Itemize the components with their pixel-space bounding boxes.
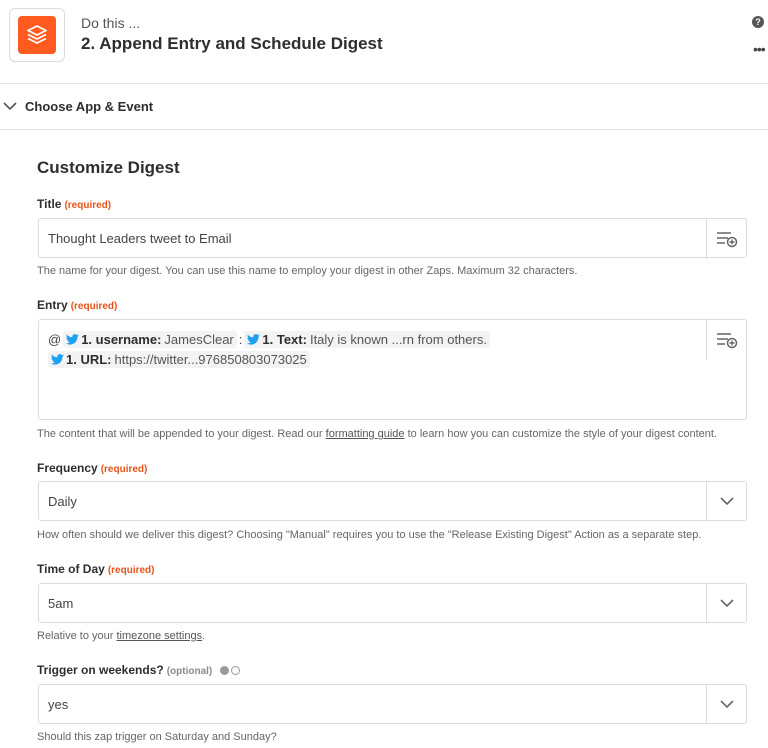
help-icon[interactable]: ? bbox=[752, 16, 764, 28]
pill-value: JamesClear bbox=[164, 332, 234, 347]
insert-field-button[interactable] bbox=[706, 320, 746, 360]
more-icon[interactable]: ••• bbox=[753, 42, 766, 56]
title-label: Title (required) bbox=[37, 197, 111, 211]
pill-label: 1. URL: bbox=[66, 352, 112, 367]
weekends-select[interactable]: yes bbox=[38, 684, 747, 724]
toggle-empty-icon[interactable] bbox=[230, 666, 240, 676]
title-label-text: Title bbox=[37, 197, 62, 211]
optional-badge: (optional) bbox=[166, 666, 213, 677]
step-title[interactable]: 2. Append Entry and Schedule Digest bbox=[81, 34, 383, 54]
insert-field-icon bbox=[716, 333, 737, 349]
entry-help-after: to learn how you can customize the style… bbox=[404, 428, 717, 440]
frequency-select[interactable]: Daily bbox=[38, 481, 747, 521]
frequency-label-text: Frequency bbox=[37, 461, 98, 475]
time-dropdown-button[interactable] bbox=[706, 584, 746, 622]
frequency-label: Frequency (required) bbox=[37, 461, 147, 475]
entry-help: The content that will be appended to you… bbox=[37, 428, 717, 440]
chevron-down-icon bbox=[719, 699, 734, 708]
time-help-before: Relative to your bbox=[37, 630, 117, 642]
pill-value: Italy is known ...rn from others. bbox=[309, 332, 487, 347]
time-help: Relative to your timezone settings. bbox=[37, 630, 205, 642]
entry-line-1: @ 1. username: JamesClear : 1. Text: Italy… bbox=[48, 331, 492, 348]
title-input[interactable]: Thought Leaders tweet to Email bbox=[38, 218, 747, 259]
form-title: Customize Digest bbox=[37, 158, 180, 177]
twitter-icon bbox=[51, 354, 64, 365]
weekends-value[interactable]: yes bbox=[48, 697, 68, 712]
time-of-day-select[interactable]: 5am bbox=[38, 583, 747, 623]
url-pill[interactable]: 1. URL: https://twitter...976850803073025 bbox=[48, 351, 310, 368]
pill-label: 1. Text: bbox=[262, 332, 307, 347]
formatting-guide-link[interactable]: formatting guide bbox=[326, 428, 405, 440]
step-subtitle: Do this ... bbox=[81, 15, 141, 31]
pill-value: https://twitter...976850803073025 bbox=[114, 352, 307, 367]
timezone-settings-link[interactable]: timezone settings bbox=[116, 630, 202, 642]
time-of-day-value[interactable]: 5am bbox=[48, 596, 73, 611]
insert-field-icon bbox=[716, 232, 737, 248]
entry-textarea[interactable]: @ 1. username: JamesClear : 1. Text: Italy… bbox=[38, 319, 747, 420]
title-input-value[interactable]: Thought Leaders tweet to Email bbox=[48, 231, 232, 246]
entry-line-2: 1. URL: https://twitter...976850803073025 bbox=[48, 351, 312, 368]
chevron-down-icon bbox=[719, 598, 734, 607]
required-badge: (required) bbox=[100, 464, 148, 475]
entry-label-text: Entry bbox=[37, 298, 68, 312]
chevron-down-icon bbox=[3, 102, 17, 111]
required-badge: (required) bbox=[64, 200, 112, 211]
weekends-label: Trigger on weekends? (optional) bbox=[37, 663, 240, 677]
toggle-filled-icon[interactable] bbox=[219, 666, 229, 676]
weekends-help: Should this zap trigger on Saturday and … bbox=[37, 731, 277, 743]
required-badge: (required) bbox=[107, 565, 155, 576]
step-header: Do this ... 2. Append Entry and Schedule… bbox=[0, 0, 768, 84]
choose-app-event-section[interactable]: Choose App & Event bbox=[0, 84, 768, 130]
weekends-label-text: Trigger on weekends? bbox=[37, 663, 164, 677]
time-help-after: . bbox=[202, 630, 206, 642]
entry-prefix: @ bbox=[48, 332, 62, 347]
entry-label: Entry (required) bbox=[37, 298, 117, 312]
frequency-help: How often should we deliver this digest?… bbox=[37, 529, 702, 541]
entry-separator: : bbox=[238, 332, 243, 347]
twitter-icon bbox=[247, 334, 261, 345]
time-of-day-label: Time of Day (required) bbox=[37, 562, 154, 576]
insert-field-button[interactable] bbox=[706, 219, 746, 259]
twitter-icon bbox=[66, 334, 79, 345]
chevron-down-icon bbox=[719, 496, 734, 505]
title-help: The name for your digest. You can use th… bbox=[37, 265, 578, 277]
weekends-dropdown-button[interactable] bbox=[706, 685, 746, 723]
digest-app-icon bbox=[9, 8, 65, 62]
text-pill[interactable]: 1. Text: Italy is known ...rn from others… bbox=[244, 331, 490, 348]
username-pill[interactable]: 1. username: JamesClear bbox=[63, 331, 237, 348]
pill-label: 1. username: bbox=[81, 332, 162, 347]
section-label: Choose App & Event bbox=[25, 99, 154, 114]
entry-help-before: The content that will be appended to you… bbox=[37, 428, 326, 440]
required-badge: (required) bbox=[70, 301, 118, 312]
frequency-value[interactable]: Daily bbox=[48, 494, 77, 509]
frequency-dropdown-button[interactable] bbox=[706, 482, 746, 520]
time-label-text: Time of Day bbox=[37, 562, 105, 576]
